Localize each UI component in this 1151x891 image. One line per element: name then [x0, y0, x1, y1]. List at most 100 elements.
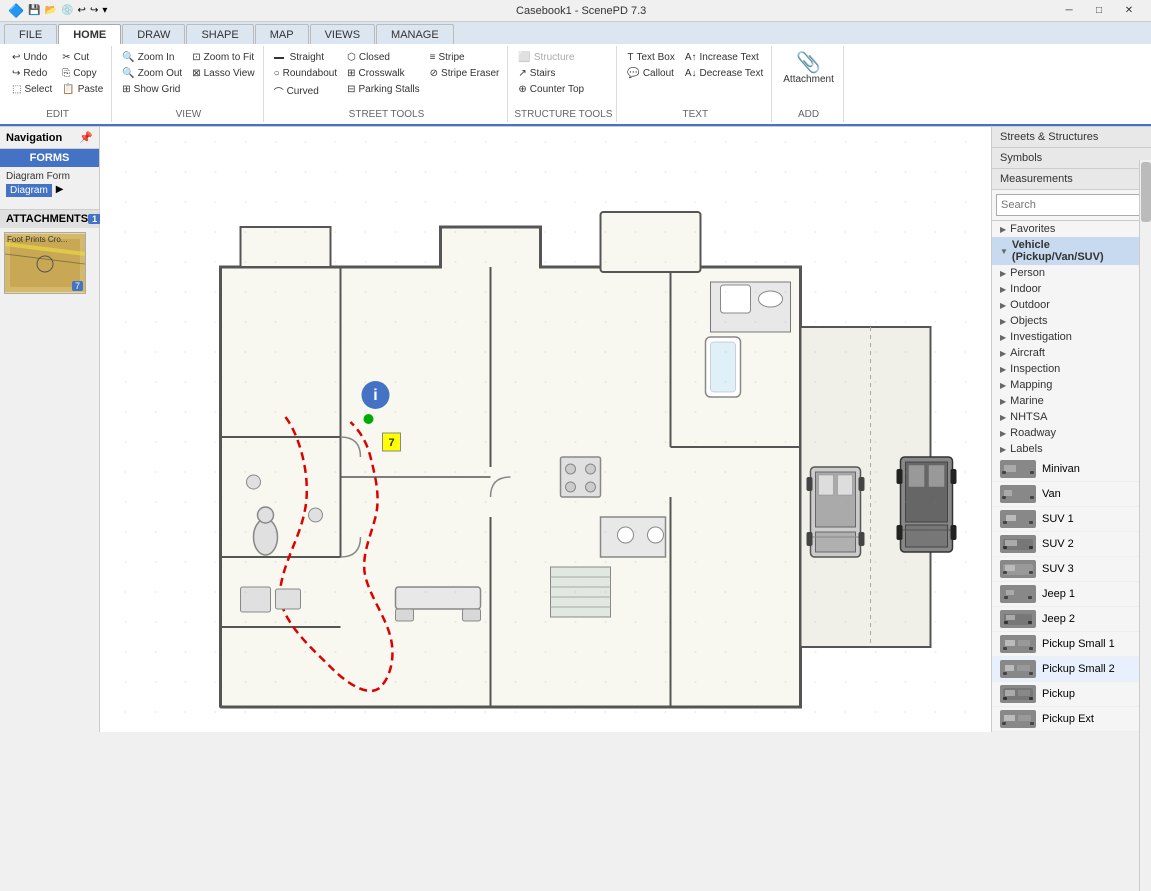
- category-favorites[interactable]: ▶ Favorites: [992, 221, 1151, 237]
- category-label: Marine: [1010, 395, 1044, 407]
- tab-draw[interactable]: DRAW: [122, 24, 185, 44]
- jeep1-label: Jeep 1: [1042, 588, 1075, 600]
- qat-disk[interactable]: 💿: [61, 5, 73, 16]
- qat-save[interactable]: 💾: [28, 5, 40, 16]
- attachment-button[interactable]: 📎 Attachment: [778, 50, 839, 88]
- tab-views[interactable]: VIEWS: [310, 24, 375, 44]
- symbol-minivan[interactable]: Minivan: [992, 457, 1151, 482]
- symbol-van[interactable]: Van: [992, 482, 1151, 507]
- thumb-number: 7: [72, 281, 83, 291]
- minivan-thumb: [1000, 460, 1036, 478]
- qat-undo[interactable]: ↩: [78, 5, 86, 16]
- category-roadway[interactable]: ▶ Roadway: [992, 425, 1151, 441]
- expand-icon: ▶: [1000, 413, 1006, 422]
- text-box-button[interactable]: T Text Box: [623, 50, 678, 65]
- counter-top-button[interactable]: ⊕ Counter Top: [514, 82, 588, 97]
- symbol-jeep1[interactable]: Jeep 1: [992, 582, 1151, 607]
- roundabout-button[interactable]: ○ Roundabout: [270, 66, 342, 81]
- pickup-small-1-label: Pickup Small 1: [1042, 638, 1115, 650]
- category-nhtsa[interactable]: ▶ NHTSA: [992, 409, 1151, 425]
- tab-measurements[interactable]: Measurements: [992, 169, 1151, 190]
- category-label: Labels: [1010, 443, 1042, 455]
- tab-manage[interactable]: MANAGE: [376, 24, 454, 44]
- tab-file[interactable]: FILE: [4, 24, 57, 44]
- minimize-button[interactable]: ─: [1055, 2, 1083, 20]
- copy-button[interactable]: ⎘ Copy: [58, 66, 107, 81]
- redo-button[interactable]: ↪ Redo: [8, 66, 56, 81]
- symbol-pickup[interactable]: Pickup: [992, 682, 1151, 707]
- navigation-label: Navigation: [6, 132, 62, 144]
- crosswalk-button[interactable]: ⊞ Crosswalk: [343, 66, 424, 81]
- diagram-tag[interactable]: Diagram: [6, 184, 52, 197]
- symbol-pickup-ext[interactable]: Pickup Ext: [992, 707, 1151, 732]
- attachment-thumbnail[interactable]: 7 Foot Prints Cro...: [4, 232, 86, 294]
- zoom-in-button[interactable]: 🔍 Zoom In: [118, 50, 186, 65]
- suv1-label: SUV 1: [1042, 513, 1074, 525]
- ribbon-group-text: T Text Box 💬 Callout A↑ Increase Text A↓…: [619, 46, 772, 122]
- ribbon: ↩ Undo ↪ Redo ⬚ Select ✂ Cut ⎘ Copy 📋 Pa…: [0, 44, 1151, 126]
- category-objects[interactable]: ▶ Objects: [992, 313, 1151, 329]
- canvas-area[interactable]: i 7: [100, 127, 991, 732]
- lasso-view-button[interactable]: ⊠ Lasso View: [188, 66, 258, 81]
- right-scrollbar[interactable]: [1139, 160, 1151, 891]
- category-vehicle[interactable]: ▼ Vehicle (Pickup/Van/SUV): [992, 237, 1151, 265]
- nav-pin-icon[interactable]: 📌: [79, 131, 93, 144]
- tab-home[interactable]: HOME: [58, 24, 121, 44]
- symbol-jeep2[interactable]: Jeep 2: [992, 607, 1151, 632]
- category-outdoor[interactable]: ▶ Outdoor: [992, 297, 1151, 313]
- zoom-out-button[interactable]: 🔍 Zoom Out: [118, 66, 186, 81]
- zoom-fit-button[interactable]: ⊡ Zoom to Fit: [188, 50, 258, 65]
- add-group-label: ADD: [778, 107, 839, 120]
- suv3-label: SUV 3: [1042, 563, 1074, 575]
- qat-open[interactable]: 📂: [45, 5, 57, 16]
- category-indoor[interactable]: ▶ Indoor: [992, 281, 1151, 297]
- category-person[interactable]: ▶ Person: [992, 265, 1151, 281]
- symbols-list: ▶ Favorites ▼ Vehicle (Pickup/Van/SUV) ▶…: [992, 221, 1151, 732]
- tab-streets-structures[interactable]: Streets & Structures: [992, 127, 1151, 148]
- expand-icon: ▶: [1000, 317, 1006, 326]
- select-button[interactable]: ⬚ Select: [8, 82, 56, 97]
- category-marine[interactable]: ▶ Marine: [992, 393, 1151, 409]
- symbol-pickup-small-1[interactable]: Pickup Small 1: [992, 632, 1151, 657]
- suv1-thumb: [1000, 510, 1036, 528]
- search-input[interactable]: [996, 194, 1147, 216]
- increase-text-button[interactable]: A↑ Increase Text: [681, 50, 767, 65]
- straight-button[interactable]: Straight: [270, 50, 342, 65]
- decrease-text-button[interactable]: A↓ Decrease Text: [681, 66, 767, 81]
- symbol-suv2[interactable]: SUV 2: [992, 532, 1151, 557]
- tab-symbols[interactable]: Symbols: [992, 148, 1151, 169]
- show-grid-button[interactable]: ⊞ Show Grid: [118, 82, 186, 97]
- diagram-arrow[interactable]: ▶: [56, 184, 64, 195]
- category-aircraft[interactable]: ▶ Aircraft: [992, 345, 1151, 361]
- scrollbar-thumb[interactable]: [1141, 162, 1151, 222]
- category-inspection[interactable]: ▶ Inspection: [992, 361, 1151, 377]
- category-label: Person: [1010, 267, 1045, 279]
- maximize-button[interactable]: □: [1085, 2, 1113, 20]
- tab-shape[interactable]: SHAPE: [186, 24, 253, 44]
- curved-button[interactable]: ⌒ Curved: [270, 82, 342, 101]
- van-label: Van: [1042, 488, 1061, 500]
- stripe-button[interactable]: ≡ Stripe: [426, 50, 504, 65]
- parking-stalls-button[interactable]: ⊟ Parking Stalls: [343, 82, 424, 97]
- stripe-eraser-button[interactable]: ⊘ Stripe Eraser: [426, 66, 504, 81]
- symbol-pickup-small-2[interactable]: Pickup Small 2: [992, 657, 1151, 682]
- symbol-suv3[interactable]: SUV 3: [992, 557, 1151, 582]
- category-mapping[interactable]: ▶ Mapping: [992, 377, 1151, 393]
- close-button[interactable]: ✕: [1115, 2, 1143, 20]
- stairs-button[interactable]: ↗ Stairs: [514, 66, 588, 81]
- expand-icon: ▶: [1000, 397, 1006, 406]
- callout-button[interactable]: 💬 Callout: [623, 66, 678, 81]
- category-labels[interactable]: ▶ Labels: [992, 441, 1151, 457]
- structure-tools-label: STRUCTURE TOOLS: [514, 107, 612, 120]
- qat-redo[interactable]: ↪: [90, 5, 98, 16]
- structure-button[interactable]: ⬜ Structure: [514, 50, 588, 65]
- symbol-suv1[interactable]: SUV 1: [992, 507, 1151, 532]
- pickup-thumb: [1000, 685, 1036, 703]
- tab-map[interactable]: MAP: [255, 24, 309, 44]
- undo-button[interactable]: ↩ Undo: [8, 50, 56, 65]
- paste-button[interactable]: 📋 Paste: [58, 82, 107, 97]
- van-thumb: [1000, 485, 1036, 503]
- closed-button[interactable]: ⬡ Closed: [343, 50, 424, 65]
- category-investigation[interactable]: ▶ Investigation: [992, 329, 1151, 345]
- cut-button[interactable]: ✂ Cut: [58, 50, 107, 65]
